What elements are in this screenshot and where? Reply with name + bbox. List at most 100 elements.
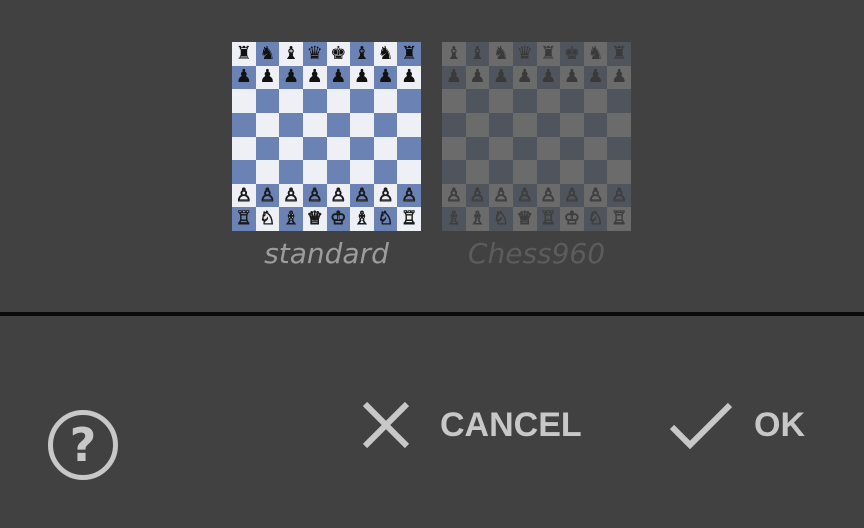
board-square: ♘ xyxy=(583,207,608,231)
board-square xyxy=(607,136,631,161)
board-square: ♟ xyxy=(489,65,513,90)
board-square: ♞ xyxy=(583,42,608,66)
board-square xyxy=(397,160,421,184)
board-square xyxy=(255,136,280,161)
chess960-board-preview[interactable]: ♝ ♝ ♞ ♛ ♜ ♚ ♞ ♜ ♟ ♟ ♟ ♟ ♟ ♟ ♟ ♟ ♙ ♙ ♙ ♙ ♙ ♙ ♙ ♙ ♗ ♗ ♘ ♕ ♖ ♔ ♘ ♖ xyxy=(442,42,631,231)
board-square: ♙ xyxy=(489,183,513,208)
board-square: ♟ xyxy=(583,65,608,90)
board-square: ♜ xyxy=(607,42,631,66)
variant-label-standard: standard xyxy=(264,237,389,270)
board-square xyxy=(279,89,303,113)
board-square xyxy=(397,112,421,137)
board-square xyxy=(326,136,351,161)
board-square: ♖ xyxy=(232,207,256,231)
board-square: ♕ xyxy=(512,207,537,231)
board-square xyxy=(607,89,631,113)
board-square xyxy=(232,136,256,161)
board-square: ♙ xyxy=(536,183,561,208)
board-square: ♖ xyxy=(536,207,561,231)
board-square: ♗ xyxy=(465,207,490,231)
board-square xyxy=(279,160,303,184)
board-square xyxy=(512,160,537,184)
board-square: ♙ xyxy=(512,183,537,208)
board-square xyxy=(232,160,256,184)
board-square xyxy=(465,89,490,113)
board-square xyxy=(326,112,351,137)
variant-label-chess960: Chess960 xyxy=(467,237,606,270)
cancel-button[interactable]: CANCEL xyxy=(360,397,582,453)
board-square xyxy=(232,89,256,113)
divider xyxy=(0,312,864,316)
board-square: ♘ xyxy=(489,207,513,231)
standard-board-preview[interactable]: ♜ ♞ ♝ ♛ ♚ ♝ ♞ ♜ ♟ ♟ ♟ ♟ ♟ ♟ ♟ ♟ ♙ ♙ ♙ ♙ ♙ ♙ ♙ ♙ ♖ ♘ ♗ ♕ ♔ ♗ ♘ ♖ xyxy=(232,42,421,231)
board-square: ♔ xyxy=(326,207,351,231)
board-square: ♟ xyxy=(373,65,398,90)
board-square xyxy=(583,89,608,113)
board-square xyxy=(536,160,561,184)
board-square: ♙ xyxy=(583,183,608,208)
board-square: ♜ xyxy=(397,42,421,66)
board-square: ♛ xyxy=(512,42,537,66)
board-square xyxy=(607,112,631,137)
board-square xyxy=(560,136,584,161)
board-square: ♙ xyxy=(255,183,280,208)
board-square: ♝ xyxy=(279,42,303,66)
board-square xyxy=(465,136,490,161)
board-square xyxy=(607,160,631,184)
variant-standard[interactable]: ♜ ♞ ♝ ♛ ♚ ♝ ♞ ♜ ♟ ♟ ♟ ♟ ♟ ♟ ♟ ♟ ♙ ♙ ♙ ♙ ♙ ♙ ♙ ♙ ♖ ♘ ♗ ♕ ♔ ♗ ♘ ♖ standar… xyxy=(232,42,422,270)
board-square: ♟ xyxy=(397,65,421,90)
board-square xyxy=(397,136,421,161)
board-square: ♙ xyxy=(442,183,466,208)
board-square xyxy=(465,160,490,184)
board-square: ♟ xyxy=(512,65,537,90)
help-button[interactable]: ? xyxy=(48,410,118,480)
ok-label: OK xyxy=(754,405,805,444)
ok-button[interactable]: OK xyxy=(668,397,805,453)
cancel-label: CANCEL xyxy=(440,405,582,444)
board-square xyxy=(512,89,537,113)
board-square: ♞ xyxy=(489,42,513,66)
board-square: ♖ xyxy=(397,207,421,231)
board-square: ♗ xyxy=(442,207,466,231)
board-square xyxy=(512,112,537,137)
variant-chess960[interactable]: ♝ ♝ ♞ ♛ ♜ ♚ ♞ ♜ ♟ ♟ ♟ ♟ ♟ ♟ ♟ ♟ ♙ ♙ ♙ ♙ ♙ ♙ ♙ ♙ ♗ ♗ ♘ ♕ ♖ ♔ ♘ ♖ Chess96… xyxy=(442,42,632,270)
board-square: ♟ xyxy=(279,65,303,90)
board-square: ♙ xyxy=(302,183,327,208)
board-square xyxy=(326,89,351,113)
board-square xyxy=(373,112,398,137)
board-square: ♟ xyxy=(302,65,327,90)
board-square xyxy=(583,136,608,161)
board-square: ♖ xyxy=(607,207,631,231)
board-square: ♜ xyxy=(232,42,256,66)
board-square: ♛ xyxy=(302,42,327,66)
board-square xyxy=(302,136,327,161)
board-square xyxy=(489,160,513,184)
board-square: ♙ xyxy=(397,183,421,208)
board-square xyxy=(350,112,374,137)
board-square: ♟ xyxy=(607,65,631,90)
variant-options: ♜ ♞ ♝ ♛ ♚ ♝ ♞ ♜ ♟ ♟ ♟ ♟ ♟ ♟ ♟ ♟ ♙ ♙ ♙ ♙ ♙ ♙ ♙ ♙ ♖ ♘ ♗ ♕ ♔ ♗ ♘ ♖ standar… xyxy=(0,0,864,313)
board-square: ♟ xyxy=(232,65,256,90)
board-square: ♟ xyxy=(326,65,351,90)
board-square xyxy=(442,112,466,137)
board-square xyxy=(373,136,398,161)
board-square xyxy=(536,89,561,113)
board-square: ♙ xyxy=(326,183,351,208)
board-square xyxy=(373,89,398,113)
board-square: ♘ xyxy=(373,207,398,231)
board-square xyxy=(442,136,466,161)
board-square xyxy=(255,89,280,113)
board-square: ♚ xyxy=(560,42,584,66)
board-square xyxy=(583,112,608,137)
board-square xyxy=(232,112,256,137)
board-square xyxy=(373,160,398,184)
board-square: ♙ xyxy=(560,183,584,208)
board-square xyxy=(302,160,327,184)
close-icon xyxy=(362,401,410,449)
board-square: ♙ xyxy=(373,183,398,208)
board-square: ♝ xyxy=(350,42,374,66)
board-square: ♗ xyxy=(350,207,374,231)
board-square xyxy=(279,136,303,161)
board-square: ♙ xyxy=(607,183,631,208)
board-square: ♙ xyxy=(232,183,256,208)
